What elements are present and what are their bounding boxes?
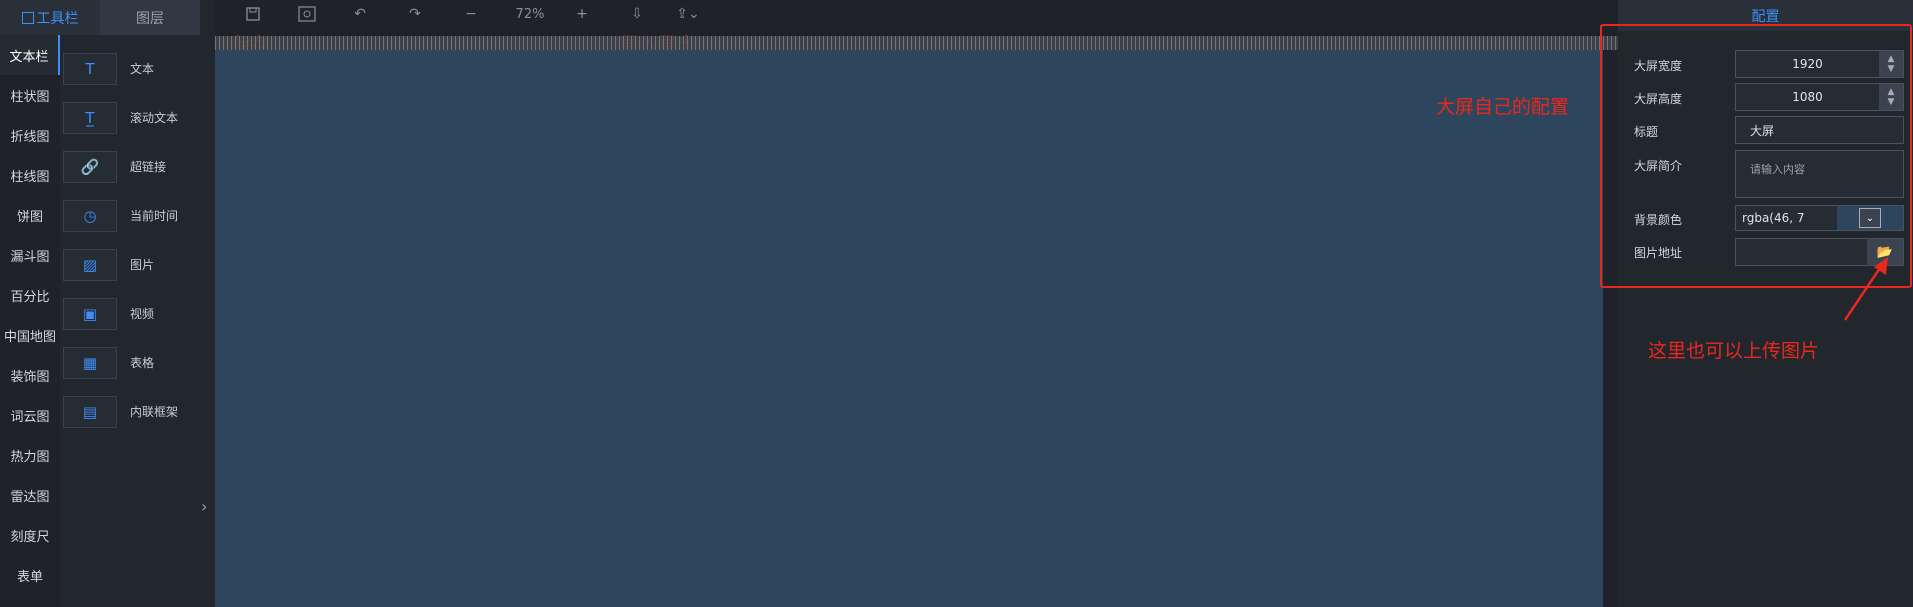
video-icon: ▣ (63, 297, 117, 330)
category-item[interactable]: 表单 (0, 555, 60, 595)
category-item[interactable]: 柱线图 (0, 155, 60, 195)
annotation-upload-hint: 这里也可以上传图片 (1648, 340, 1820, 362)
horizontal-ruler (215, 36, 1618, 50)
link-icon: 🔗 (63, 150, 117, 183)
component-label: 当前时间 (130, 209, 179, 223)
tab-layers[interactable]: 图层 (100, 0, 200, 35)
chevron-right-icon[interactable]: › (201, 497, 207, 516)
component-item[interactable]: T̲ 滚动文本 (63, 93, 213, 142)
image-icon: ▨ (63, 248, 117, 281)
category-item[interactable]: 饼图 (0, 195, 60, 235)
zoom-out-icon[interactable]: − (461, 4, 481, 24)
iframe-icon: ▤ (63, 395, 117, 428)
scroll-text-icon: T̲ (63, 101, 117, 134)
category-item[interactable]: 柱状图 (0, 75, 60, 115)
tab-toolbox-label: 工具栏 (36, 10, 79, 27)
component-label: 滚动文本 (130, 111, 179, 125)
category-item[interactable]: 雷达图 (0, 475, 60, 515)
editor-toolbar: ↶ ↷ − 72% + ⇩ ⇪⌄ (215, 0, 1618, 36)
category-item[interactable]: 装饰图 (0, 355, 60, 395)
component-item[interactable]: ◷ 当前时间 (63, 191, 213, 240)
zoom-in-icon[interactable]: + (572, 4, 592, 24)
undo-icon[interactable]: ↶ (350, 4, 370, 24)
annotation-screen-config: 大屏自己的配置 (1436, 96, 1570, 118)
zoom-level: 72% (515, 6, 545, 22)
preview-icon[interactable] (297, 4, 317, 24)
category-item[interactable]: 百分比 (0, 275, 60, 315)
component-item[interactable]: T 文本 (63, 44, 213, 93)
component-item[interactable]: ▨ 图片 (63, 240, 213, 289)
component-item[interactable]: ▤ 内联框架 (63, 387, 213, 436)
table-icon: ▦ (63, 346, 117, 379)
design-canvas[interactable] (215, 50, 1603, 607)
annotation-arrow (1843, 257, 1888, 321)
save-icon[interactable] (243, 4, 263, 24)
app-root: 工具栏 图层 文本栏 柱状图 折线图 柱线图 饼图 漏斗图 百分比 中国地图 装… (0, 0, 1913, 607)
component-label: 文本 (130, 62, 155, 76)
annotation-highlight-box (1600, 24, 1912, 288)
toolbox-icon (21, 11, 34, 24)
category-item[interactable]: 刻度尺 (0, 515, 60, 555)
category-item[interactable]: 中国地图 (0, 315, 60, 355)
component-panel: 工具栏 图层 文本栏 柱状图 折线图 柱线图 饼图 漏斗图 百分比 中国地图 装… (0, 0, 215, 607)
category-item[interactable]: 词云图 (0, 395, 60, 435)
export-icon[interactable]: ⇪⌄ (673, 4, 703, 24)
component-item[interactable]: ▦ 表格 (63, 338, 213, 387)
tab-layers-label: 图层 (136, 10, 164, 27)
component-item[interactable]: ▣ 视频 (63, 289, 213, 338)
component-label: 视频 (130, 307, 155, 321)
component-label: 表格 (130, 356, 155, 370)
category-item[interactable]: 漏斗图 (0, 235, 60, 275)
category-list: 文本栏 柱状图 折线图 柱线图 饼图 漏斗图 百分比 中国地图 装饰图 词云图 … (0, 35, 60, 607)
tab-toolbox[interactable]: 工具栏 (0, 0, 100, 35)
category-item[interactable]: 折线图 (0, 115, 60, 155)
import-icon[interactable]: ⇩ (627, 4, 647, 24)
component-label: 图片 (130, 258, 155, 272)
component-item[interactable]: 🔗 超链接 (63, 142, 213, 191)
category-item[interactable]: 文本栏 (0, 35, 60, 75)
component-list: T 文本 T̲ 滚动文本 🔗 超链接 ◷ 当前时间 ▨ 图片 ▣ 视频 ▦ 表格 ▤ 内联框架 (63, 44, 213, 436)
category-item[interactable]: 热力图 (0, 435, 60, 475)
text-icon: T (63, 52, 117, 85)
clock-icon: ◷ (63, 199, 117, 232)
component-label: 超链接 (130, 160, 167, 174)
left-tabs: 工具栏 图层 (0, 0, 200, 35)
redo-icon[interactable]: ↷ (405, 4, 425, 24)
component-label: 内联框架 (130, 405, 179, 419)
